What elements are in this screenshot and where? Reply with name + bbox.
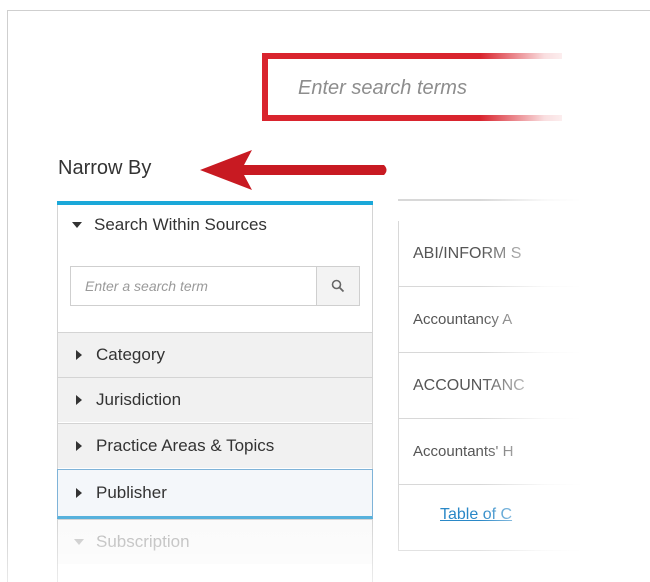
facet-jurisdiction[interactable]: Jurisdiction — [58, 377, 372, 422]
facet-search-within-sources[interactable]: Search Within Sources — [58, 205, 372, 245]
narrow-by-title: Narrow By — [58, 157, 152, 179]
facet-category[interactable]: Category — [58, 332, 372, 377]
facet-label: Publisher — [96, 483, 167, 502]
result-row[interactable]: Accountancy A — [398, 287, 650, 353]
magnifier-icon — [331, 279, 345, 293]
red-arrow-icon — [200, 150, 387, 190]
facet-search-button[interactable] — [316, 267, 359, 305]
caret-right-icon — [76, 488, 82, 498]
caret-right-icon — [76, 395, 82, 405]
facet-search-box — [70, 266, 360, 306]
facet-search-input[interactable] — [71, 267, 316, 305]
result-row-toc — [398, 485, 650, 551]
facet-label: Jurisdiction — [96, 390, 182, 409]
facet-label: Practice Areas & Topics — [96, 436, 275, 455]
result-row[interactable]: ABI/INFORM S — [398, 221, 650, 287]
result-row[interactable]: ACCOUNTANC — [398, 353, 650, 419]
narrow-by-panel: Search Within Sources Category Jurisdict… — [57, 201, 373, 582]
facet-publisher[interactable]: Publisher — [57, 469, 373, 519]
search-input[interactable] — [298, 73, 548, 103]
facet-subscription[interactable]: Subscription — [58, 519, 372, 564]
result-row[interactable]: Accountants' H — [398, 419, 650, 485]
facet-practice-areas-topics[interactable]: Practice Areas & Topics — [58, 423, 372, 468]
facet-label: Subscription — [96, 532, 190, 551]
caret-down-icon — [72, 222, 82, 228]
sources-results-list: ABI/INFORM S Accountancy A ACCOUNTANC Ac… — [398, 199, 650, 582]
caret-down-icon — [74, 539, 84, 545]
caret-right-icon — [76, 441, 82, 451]
caret-right-icon — [76, 350, 82, 360]
search-highlight-box — [262, 53, 562, 121]
facet-label: Search Within Sources — [94, 215, 267, 234]
table-of-contents-link[interactable]: Table of C — [440, 506, 512, 524]
facet-label: Category — [96, 345, 165, 364]
results-divider — [398, 199, 650, 201]
